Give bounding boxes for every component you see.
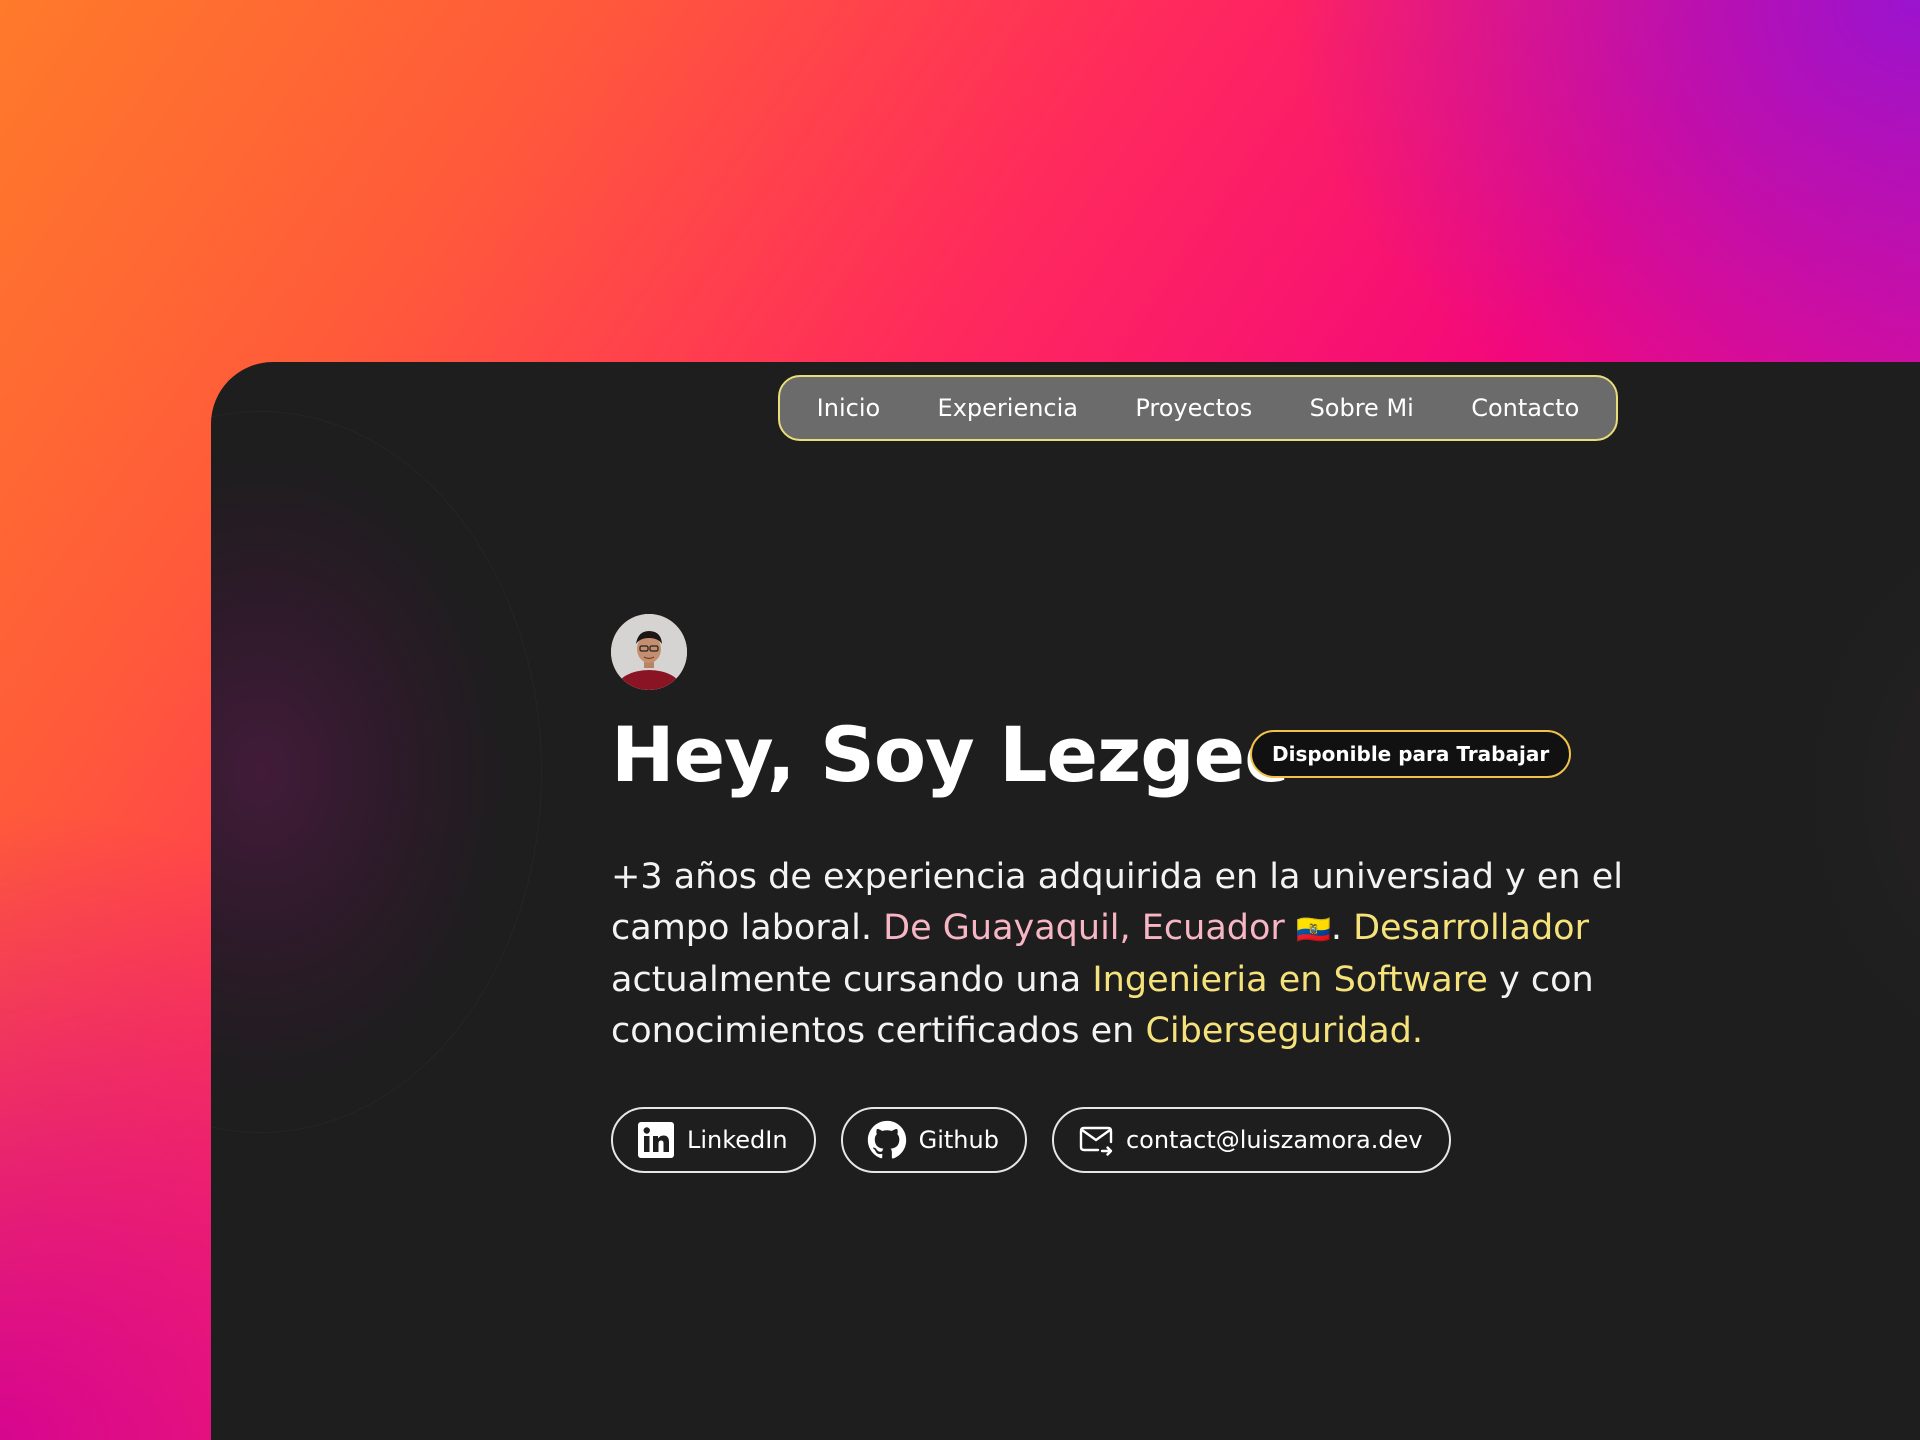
bio-text-2: . [1330,907,1354,948]
github-icon [867,1120,906,1159]
bio-location: De Guayaquil, Ecuador [883,907,1285,948]
profile-photo [611,614,687,690]
bio-paragraph: +3 años de experiencia adquirida en la u… [611,852,1631,1056]
nav-item-experiencia[interactable]: Experiencia [938,394,1078,422]
availability-badge: Disponible para Trabajar [1250,730,1572,778]
nav-item-proyectos[interactable]: Proyectos [1135,394,1252,422]
bio-cert: Ciberseguridad. [1145,1010,1424,1051]
bio-degree: Ingenieria en Software [1092,960,1488,1000]
top-nav: Inicio Experiencia Proyectos Sobre Mi Co… [778,375,1618,441]
github-button[interactable]: Github [840,1107,1027,1173]
ecuador-flag-icon: 🇪🇨 [1295,912,1331,946]
email-button[interactable]: contact@luiszamora.dev [1051,1107,1451,1173]
social-links: LinkedIn Github contact@luiszamora.dev [611,1107,1451,1173]
nav-item-contacto[interactable]: Contacto [1471,394,1579,422]
github-label: Github [918,1126,999,1154]
linkedin-label: LinkedIn [687,1126,788,1154]
linkedin-button[interactable]: LinkedIn [611,1107,816,1173]
background-glow-right [1780,492,1920,1092]
background-glow-left [211,412,541,1132]
nav-item-sobre-mi[interactable]: Sobre Mi [1310,394,1414,422]
nav-item-inicio[interactable]: Inicio [817,394,881,422]
bio-text-3: actualmente cursando una [611,960,1093,1000]
page-title: Hey, Soy Lezgec [611,710,1289,799]
bio-role: Desarrollador [1353,907,1589,948]
mail-icon [1079,1126,1113,1156]
avatar [611,614,687,690]
linkedin-icon [638,1122,674,1158]
email-label: contact@luiszamora.dev [1125,1126,1423,1154]
browser-window: Inicio Experiencia Proyectos Sobre Mi Co… [211,362,1920,1440]
